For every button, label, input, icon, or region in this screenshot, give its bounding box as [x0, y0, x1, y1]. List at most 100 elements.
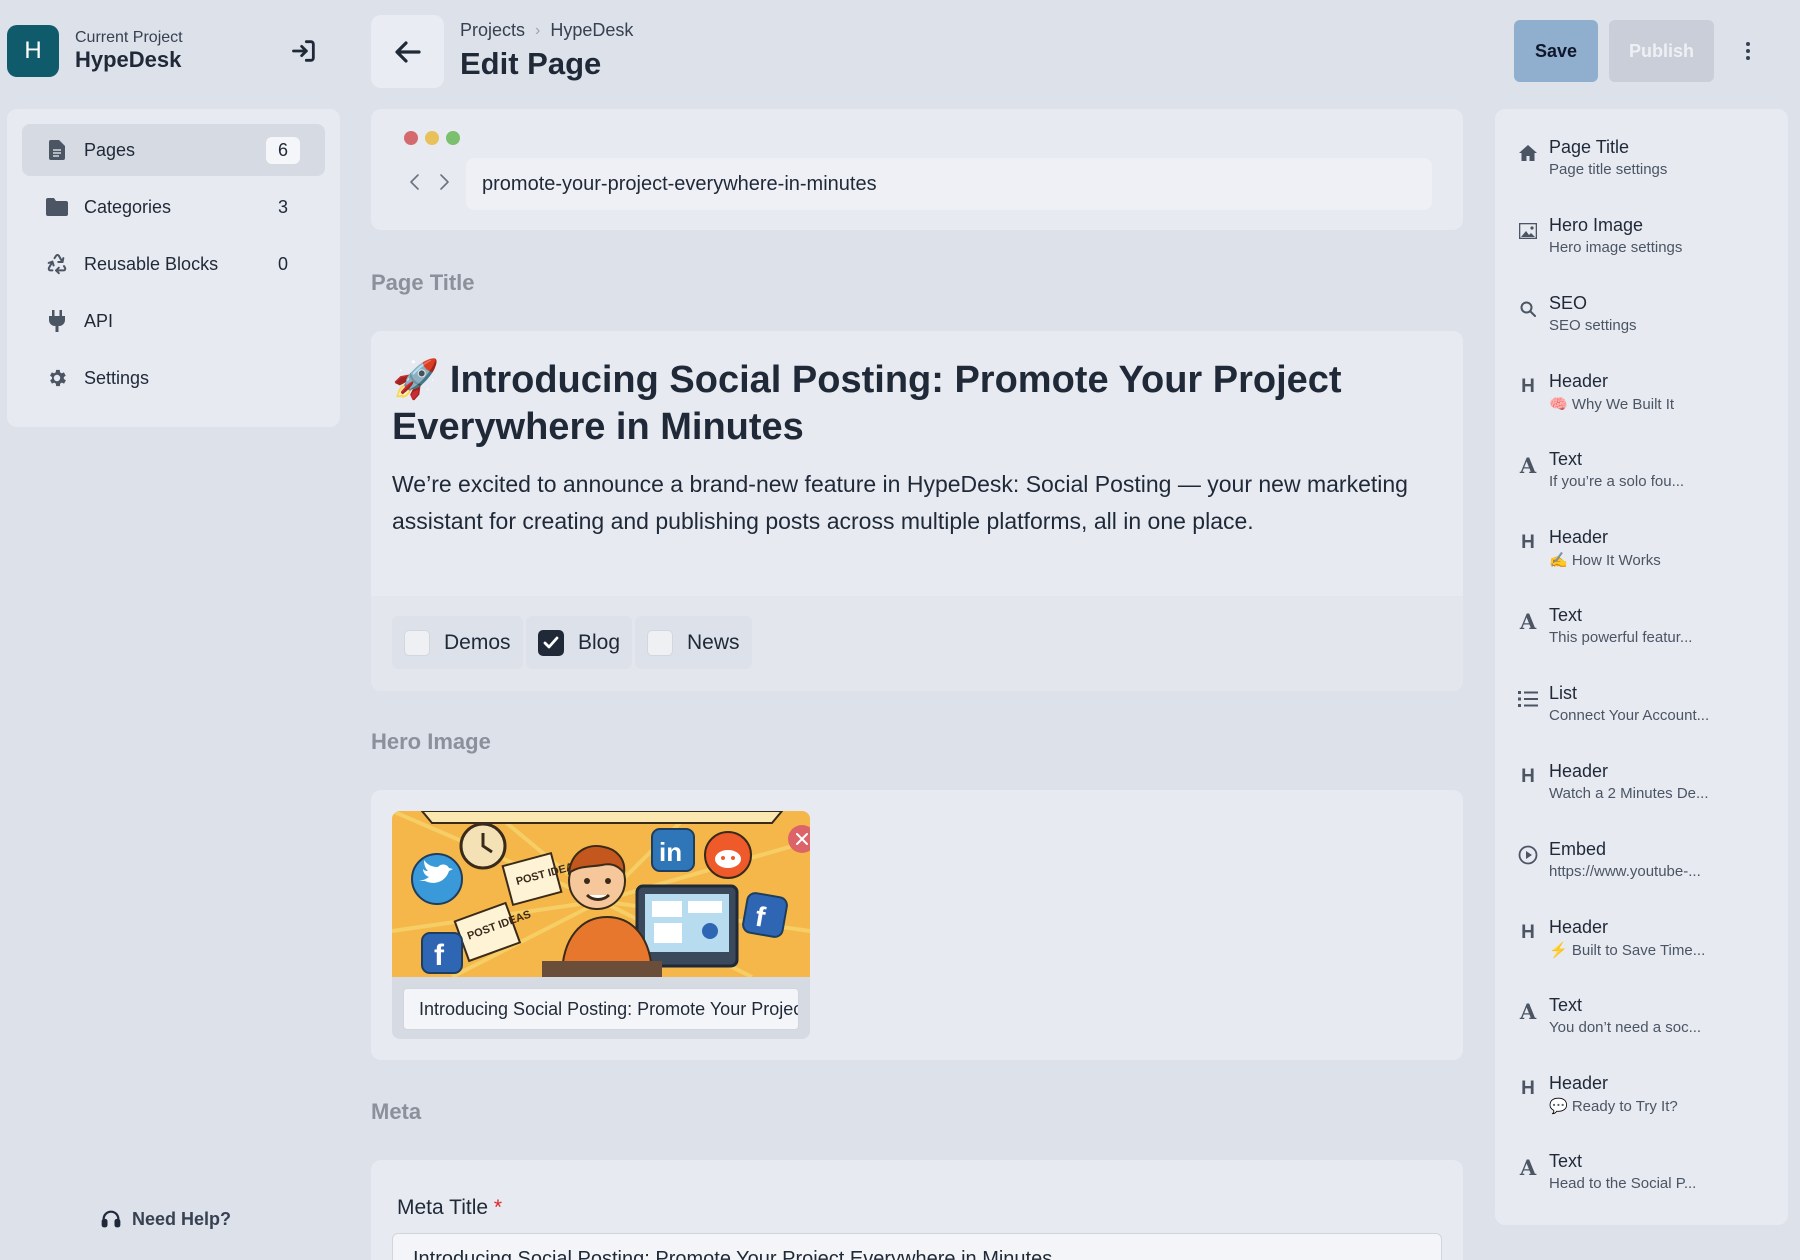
hero-image-thumbnail: POST IDEAS POST IDEAS f in f Introducing… — [392, 811, 810, 1039]
remove-image-button[interactable] — [788, 825, 810, 853]
need-help-link[interactable]: Need Help? — [100, 1208, 231, 1230]
breadcrumb-hypedesk[interactable]: HypeDesk — [550, 20, 633, 41]
outline-item-header[interactable]: H Header 🧠 Why We Built It — [1517, 371, 1777, 421]
outline-title: Text — [1549, 605, 1583, 625]
outline-item-header[interactable]: H Header Watch a 2 Minutes De... — [1517, 761, 1777, 811]
meta-title-label-text: Meta Title — [397, 1196, 489, 1219]
chevron-left-icon[interactable] — [404, 171, 426, 193]
outline-title: Header — [1549, 371, 1609, 391]
count-badge: 3 — [277, 197, 288, 217]
slug-input[interactable]: promote-your-project-everywhere-in-minut… — [466, 158, 1432, 210]
sidebar-item-categories[interactable]: Categories 3 — [22, 181, 325, 233]
outline-item-header[interactable]: H Header ⚡ Built to Save Time... — [1517, 917, 1777, 967]
outline-item-text[interactable]: A Text This powerful featur... — [1517, 605, 1777, 655]
publish-button[interactable]: Publish — [1609, 20, 1714, 82]
switch-project-icon[interactable] — [289, 37, 319, 65]
checkbox-demos[interactable] — [404, 629, 430, 656]
chevron-right-icon[interactable] — [433, 171, 455, 193]
outline-subtitle: 💬 Ready to Try It? — [1549, 1098, 1678, 1115]
text-icon: A — [1519, 1154, 1537, 1180]
headline[interactable]: 🚀 Introducing Social Posting: Promote Yo… — [392, 357, 1432, 451]
outline-item-seo[interactable]: SEO SEO settings — [1517, 293, 1777, 343]
checkbox-blog[interactable] — [538, 629, 564, 656]
project-switcher: H Current Project HypeDesk — [7, 25, 337, 77]
section-label-page-title: Page Title — [371, 270, 475, 295]
window-dots — [404, 131, 460, 145]
breadcrumb-projects[interactable]: Projects — [460, 20, 525, 41]
home-icon — [1517, 142, 1539, 164]
linkedin-logo: in — [659, 837, 682, 867]
need-help-label: Need Help? — [132, 1208, 232, 1229]
meta-card: Meta Title * Introducing Social Posting:… — [371, 1160, 1463, 1260]
tag-news[interactable]: News — [635, 616, 752, 669]
sidebar-item-api[interactable]: API — [22, 295, 325, 347]
outline-subtitle: ✍️ How It Works — [1549, 552, 1661, 569]
hero-illustration: POST IDEAS POST IDEAS f in f — [392, 811, 810, 977]
sidebar-item-settings[interactable]: Settings — [22, 352, 325, 404]
recycle-icon — [46, 253, 68, 275]
heading-icon: H — [1521, 1078, 1535, 1099]
outline-title: Header — [1549, 917, 1609, 937]
play-icon — [1517, 844, 1539, 866]
heading-icon: H — [1521, 376, 1535, 397]
outline-subtitle: You don’t need a soc... — [1549, 1019, 1702, 1036]
outline-item-list[interactable]: List Connect Your Account... — [1517, 683, 1777, 733]
sidebar-item-label: Categories — [84, 196, 172, 217]
heading-icon: H — [1521, 532, 1535, 553]
outline-item-text[interactable]: A Text You don’t need a soc... — [1517, 995, 1777, 1045]
category-tags: Demos Blog News — [371, 596, 1463, 691]
close-icon — [796, 833, 808, 845]
outline-item-embed[interactable]: Embed https://www.youtube-... — [1517, 839, 1777, 889]
window-dot-red — [404, 131, 418, 145]
lead-paragraph[interactable]: We’re excited to announce a brand-new fe… — [392, 466, 1442, 540]
count-badge: 6 — [266, 137, 300, 164]
outline-title: Text — [1549, 449, 1583, 469]
outline-item-text[interactable]: A Text If you’re a solo fou... — [1517, 449, 1777, 499]
back-button[interactable] — [371, 15, 444, 88]
outline-title: SEO — [1549, 293, 1588, 313]
outline-title: Header — [1549, 527, 1609, 547]
more-options-icon[interactable] — [1740, 38, 1756, 64]
save-button[interactable]: Save — [1514, 20, 1598, 82]
folder-icon — [46, 196, 68, 218]
project-name: HypeDesk — [75, 47, 182, 72]
heading-icon: H — [1521, 922, 1535, 943]
sidebar-item-label: Reusable Blocks — [84, 253, 219, 274]
gear-icon — [46, 367, 68, 389]
tag-label: News — [687, 630, 740, 654]
checkbox-news[interactable] — [647, 629, 673, 656]
arrow-left-icon — [394, 40, 421, 63]
sidebar-item-reusable-blocks[interactable]: Reusable Blocks 0 — [22, 238, 325, 290]
breadcrumb: Projects › HypeDesk — [460, 20, 633, 41]
outline-item-hero-image[interactable]: Hero Image Hero image settings — [1517, 215, 1777, 265]
image-alt-text-input[interactable]: Introducing Social Posting: Promote Your… — [403, 988, 799, 1030]
outline-title: Header — [1549, 761, 1609, 781]
outline-title: Text — [1549, 995, 1583, 1015]
outline-title: Header — [1549, 1073, 1609, 1093]
window-dot-green — [446, 131, 460, 145]
headline-text: Introducing Social Posting: Promote Your… — [392, 359, 1342, 448]
image-icon — [1517, 220, 1539, 242]
chevron-right-icon: › — [535, 21, 541, 39]
outline-subtitle: 🧠 Why We Built It — [1549, 396, 1675, 413]
text-icon: A — [1519, 452, 1537, 478]
project-label: Current Project — [75, 29, 183, 46]
hero-image-card: POST IDEAS POST IDEAS f in f Introducing… — [371, 790, 1463, 1060]
outline-item-page-title[interactable]: Page Title Page title settings — [1517, 137, 1777, 187]
blocks-outline-panel: Page Title Page title settings Hero Imag… — [1495, 109, 1788, 1225]
window-dot-yellow — [425, 131, 439, 145]
outline-item-text[interactable]: A Text Head to the Social P... — [1517, 1151, 1777, 1201]
meta-title-input[interactable]: Introducing Social Posting: Promote Your… — [392, 1233, 1442, 1260]
tag-demos[interactable]: Demos — [392, 616, 523, 669]
search-icon — [1517, 298, 1539, 320]
outline-subtitle: If you’re a solo fou... — [1549, 473, 1685, 490]
outline-item-header[interactable]: H Header ✍️ How It Works — [1517, 527, 1777, 577]
outline-title: Page Title — [1549, 137, 1630, 157]
list-icon — [1517, 688, 1539, 710]
outline-item-header[interactable]: H Header 💬 Ready to Try It? — [1517, 1073, 1777, 1123]
section-label-meta: Meta — [371, 1099, 422, 1124]
project-avatar: H — [7, 25, 59, 77]
page-title-card: 🚀 Introducing Social Posting: Promote Yo… — [371, 331, 1463, 691]
tag-blog[interactable]: Blog — [526, 616, 633, 669]
sidebar-item-pages[interactable]: Pages 6 — [22, 124, 325, 176]
